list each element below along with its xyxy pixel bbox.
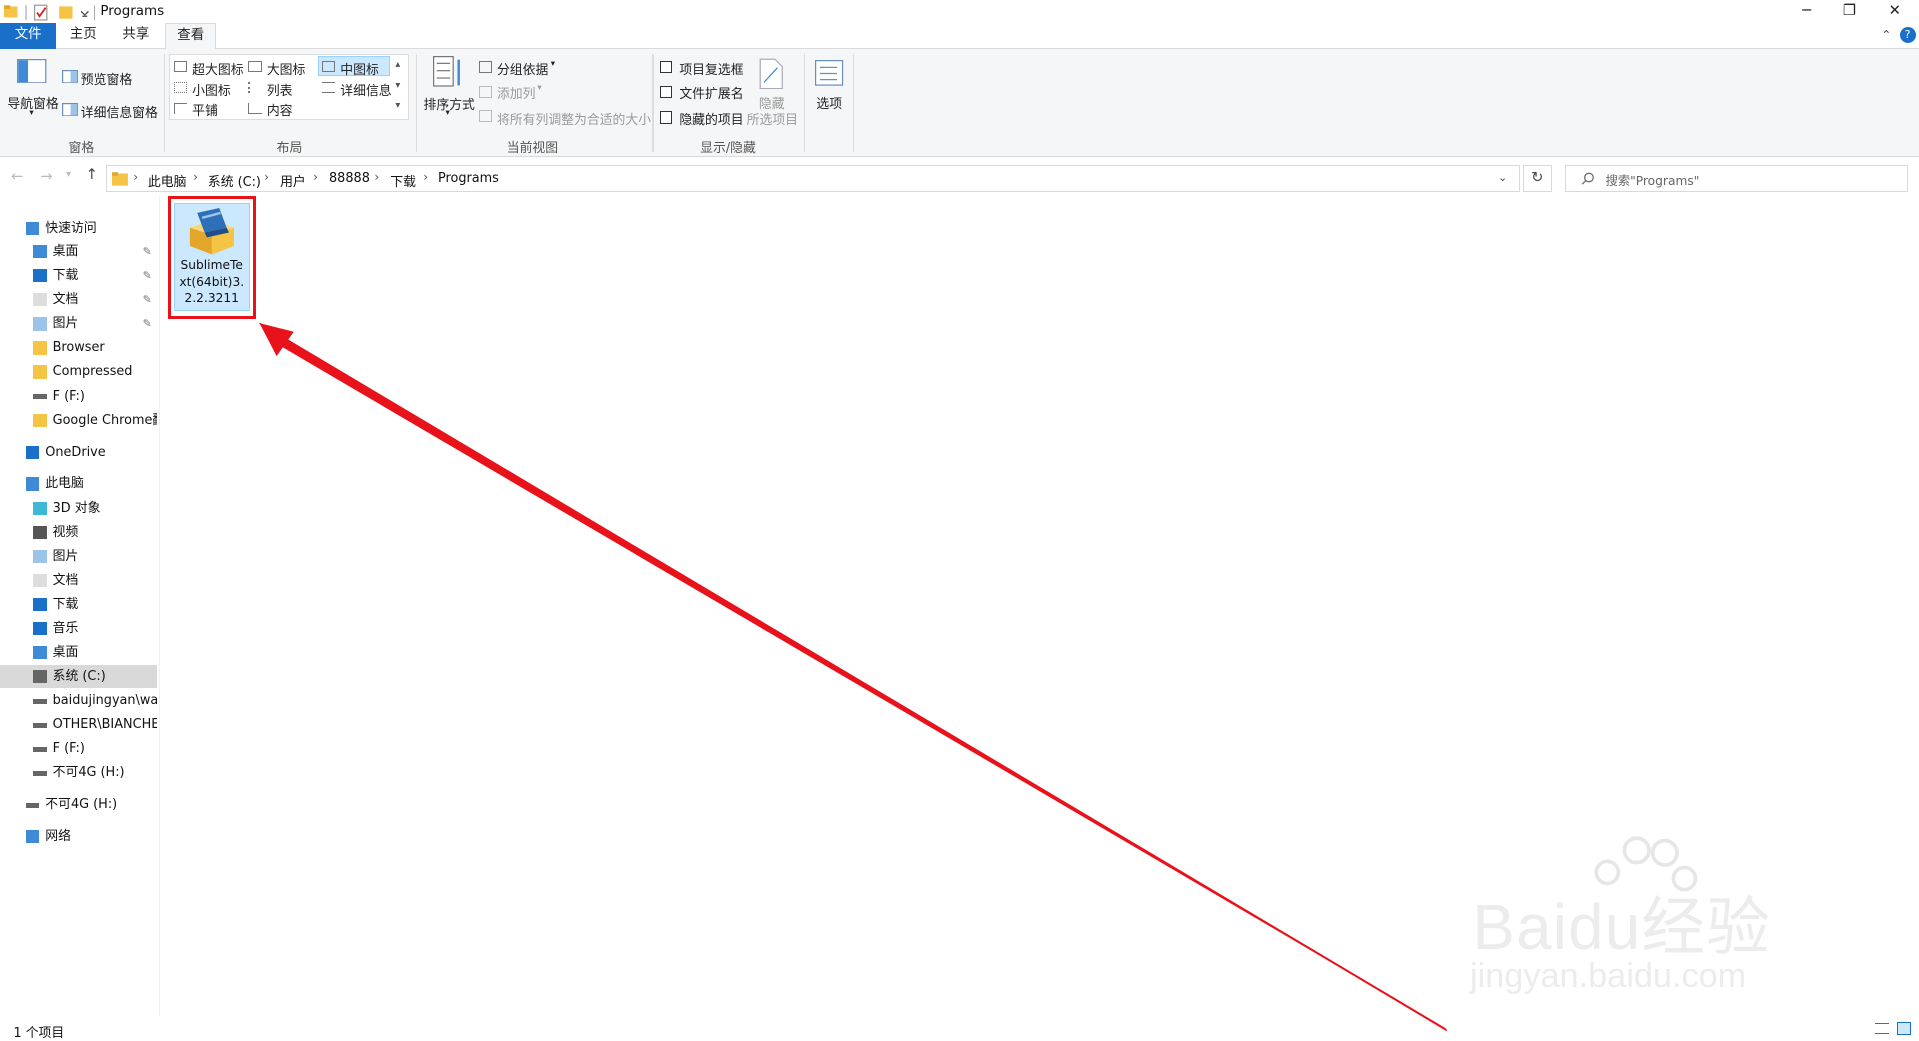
arrow-shaft-thick — [271, 330, 1446, 1030]
item-count: 1 个项目 — [13, 1026, 65, 1041]
status-bar: 1 个项目 — [0, 1018, 1919, 1040]
large-icons-view-icon[interactable] — [1897, 1022, 1911, 1036]
details-view-icon[interactable] — [1875, 1023, 1889, 1035]
annotation-arrow — [259, 322, 1448, 1032]
